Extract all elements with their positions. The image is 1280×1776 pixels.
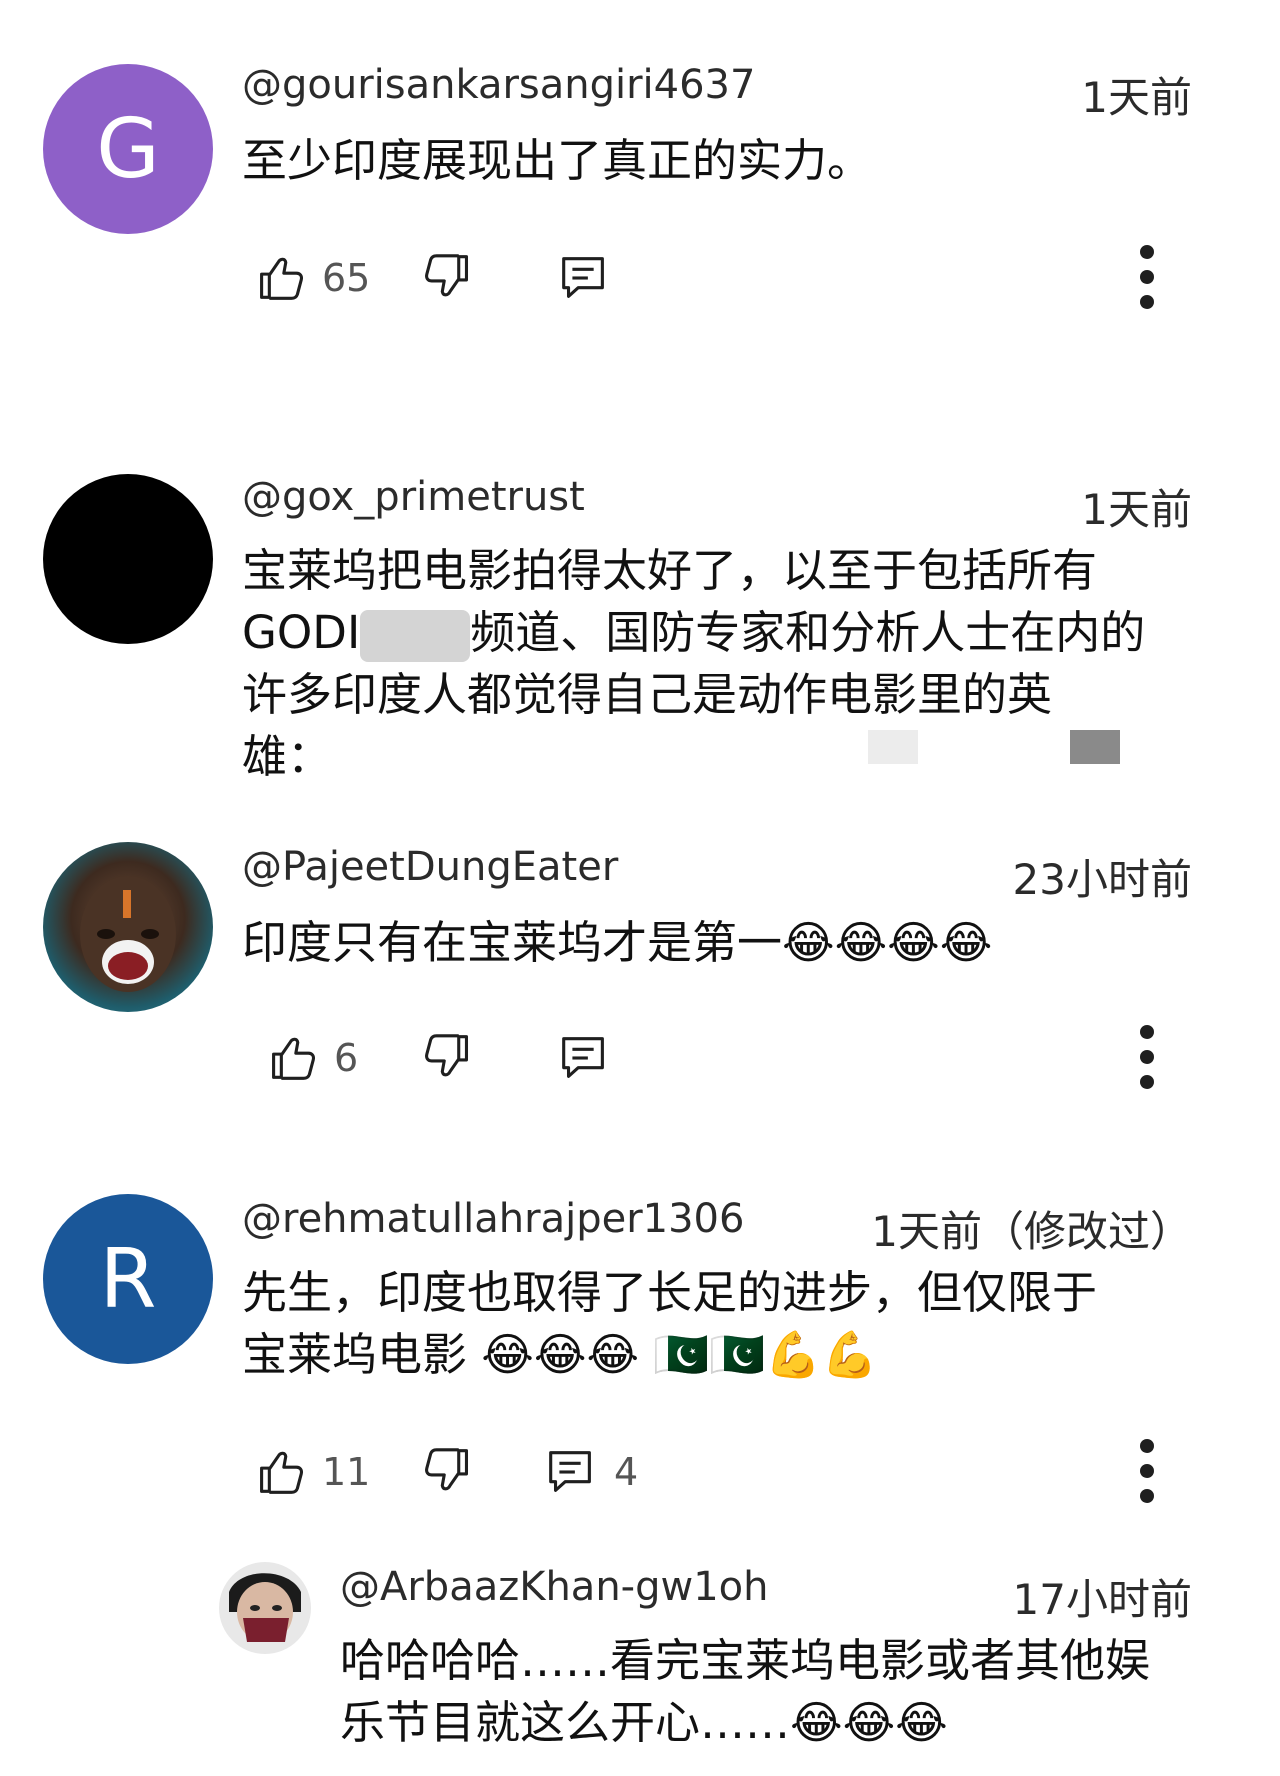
thumb-down-icon: [425, 254, 469, 297]
comment-text-line: 宝莱坞电影 😂😂😂 🇵🇰🇵🇰💪💪: [242, 1328, 878, 1381]
comment-icon: [562, 257, 604, 298]
comment-text-line: 哈哈哈哈……看完宝莱坞电影或者其他娱: [340, 1634, 1151, 1687]
comment-author[interactable]: @gourisankarsangiri4637: [242, 62, 755, 108]
avatar-face: [80, 876, 176, 992]
comment-author[interactable]: @rehmatullahrajper1306: [242, 1196, 744, 1242]
more-vert-icon[interactable]: [1132, 1436, 1162, 1506]
comment-text: 至少印度展现出了真正的实力。: [242, 134, 873, 187]
comment-actions: 6: [250, 1018, 1170, 1098]
more-vert-icon[interactable]: [1132, 242, 1162, 312]
comment-icon: [549, 1451, 591, 1492]
thumb-down-icon: [425, 1448, 469, 1491]
dislike-button[interactable]: [422, 1432, 480, 1512]
comment-author[interactable]: @ArbaazKhan-gw1oh: [340, 1564, 768, 1610]
more-vert-icon[interactable]: [1132, 1022, 1162, 1092]
replies-button[interactable]: 4: [542, 1432, 638, 1512]
comment-text: 印度只有在宝莱坞才是第一😂😂😂😂: [242, 916, 993, 969]
avatar[interactable]: G: [43, 64, 213, 234]
comment-text: 先生，印度也取得了长足的进步，但仅限于 宝莱坞电影 😂😂😂 🇵🇰🇵🇰💪💪: [242, 1262, 1202, 1386]
comment-text-line: GODI 频道、国防专家和分析人士在内的: [242, 602, 1202, 664]
avatar[interactable]: [219, 1562, 311, 1654]
reply-count: 4: [614, 1450, 639, 1494]
comment-author[interactable]: @PajeetDungEater: [242, 844, 618, 890]
thumb-down-icon: [425, 1034, 469, 1077]
avatar-letter: G: [96, 101, 160, 197]
like-button[interactable]: 11: [250, 1432, 370, 1512]
comment-author[interactable]: @gox_primetrust: [242, 474, 585, 520]
comment-text-line: 许多印度人都觉得自己是动作电影里的英: [242, 668, 1053, 721]
avatar[interactable]: [43, 842, 213, 1012]
comment-actions: 65: [250, 238, 1170, 318]
comment-text-fragment: 频道、国防专家和分析人士在内的: [470, 606, 1146, 659]
comment-text-line: 先生，印度也取得了长足的进步，但仅限于: [242, 1266, 1098, 1319]
like-button[interactable]: 6: [262, 1018, 358, 1098]
comment-timestamp: 1天前: [1081, 73, 1192, 122]
redaction-block: [868, 730, 918, 764]
dislike-button[interactable]: [422, 1018, 480, 1098]
thumb-up-icon: [260, 257, 304, 300]
comment-icon: [562, 1037, 604, 1078]
thumb-up-icon: [272, 1037, 316, 1080]
comment-text: 宝莱坞把电影拍得太好了，以至于包括所有 GODI 频道、国防专家和分析人士在内的 …: [242, 540, 1202, 788]
reply-button[interactable]: [555, 238, 613, 318]
comment-text: 哈哈哈哈……看完宝莱坞电影或者其他娱 乐节目就这么开心……😂😂😂: [340, 1630, 1220, 1754]
avatar[interactable]: R: [43, 1194, 213, 1364]
comment-timestamp: 17小时前: [1012, 1575, 1192, 1624]
comment-timestamp: 1天前: [1081, 485, 1192, 534]
avatar[interactable]: [43, 474, 213, 644]
comment-text-line: 乐节目就这么开心……😂😂😂: [340, 1696, 948, 1749]
comment-timestamp: 23小时前: [1012, 855, 1192, 904]
thumb-up-icon: [260, 1451, 304, 1494]
avatar-face: [229, 1573, 301, 1642]
comment-text-fragment: GODI: [242, 606, 361, 659]
like-count: 6: [334, 1036, 359, 1080]
comment-actions: 11 4: [250, 1432, 1170, 1512]
comment-text-line: 雄：: [242, 730, 333, 783]
avatar-letter: R: [99, 1231, 157, 1327]
comment-timestamp: 1天前（修改过）: [871, 1207, 1192, 1256]
redaction-block: [360, 610, 471, 662]
like-button[interactable]: 65: [250, 238, 370, 318]
comment-text-line: 宝莱坞把电影拍得太好了，以至于包括所有: [242, 544, 1098, 597]
reply-button[interactable]: [555, 1018, 613, 1098]
like-count: 65: [322, 256, 371, 300]
like-count: 11: [322, 1450, 371, 1494]
redaction-block: [1070, 730, 1120, 764]
dislike-button[interactable]: [422, 238, 480, 318]
